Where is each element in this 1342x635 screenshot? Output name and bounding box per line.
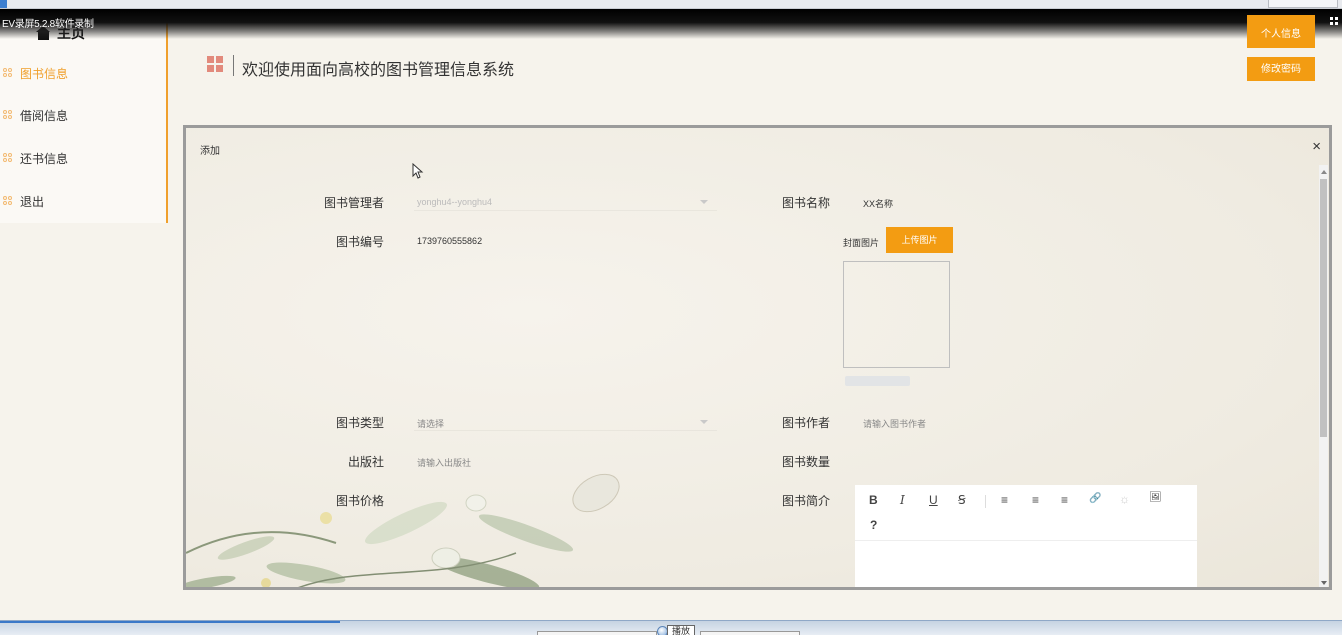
profile-button[interactable]: 个人信息: [1247, 15, 1315, 48]
book-no-input[interactable]: 1739760555862: [417, 236, 482, 246]
player-control-segment[interactable]: [537, 631, 657, 635]
editor-toolbar: B I U Ꞩ ≡ ≡ ≡ 🔗 ☼ 🖼 ?: [855, 485, 1197, 541]
sidebar-item-logout[interactable]: 退出: [3, 192, 44, 210]
intro-label: 图书简介: [781, 494, 830, 508]
header-band: [0, 9, 1342, 39]
change-password-button[interactable]: 修改密码: [1247, 57, 1315, 81]
title-divider: [233, 55, 234, 76]
close-icon[interactable]: ×: [1312, 139, 1321, 154]
sidebar-item-book-info[interactable]: 图书信息: [3, 64, 68, 82]
book-name-input[interactable]: XX名称: [863, 197, 893, 210]
grid-dots-icon: [3, 153, 13, 163]
book-name-label: 图书名称: [781, 196, 830, 210]
bold-icon[interactable]: B: [869, 493, 878, 507]
sidebar-item-borrow-info[interactable]: 借阅信息: [3, 106, 68, 124]
book-type-select[interactable]: [414, 409, 717, 431]
scroll-down-icon[interactable]: [1321, 581, 1327, 585]
help-icon[interactable]: ?: [870, 518, 877, 532]
play-tooltip: 播放: [667, 625, 696, 635]
image-icon[interactable]: 🖼: [1149, 492, 1162, 503]
cover-image-preview[interactable]: [843, 261, 950, 368]
app-grid-icon: [207, 56, 224, 73]
grid-dots-icon: [3, 68, 13, 78]
recorder-app-icon: [0, 0, 7, 8]
rich-text-editor[interactable]: B I U Ꞩ ≡ ≡ ≡ 🔗 ☼ 🖼 ?: [855, 485, 1197, 587]
page-title: 欢迎使用面向高校的图书管理信息系统: [242, 62, 515, 79]
link-icon[interactable]: 🔗: [1089, 493, 1101, 504]
publisher-input[interactable]: 请输入出版社: [417, 456, 471, 469]
emoji-icon[interactable]: ☼: [1119, 492, 1130, 506]
align-left-icon[interactable]: ≡: [1001, 493, 1008, 507]
recorder-window-control[interactable]: [1268, 0, 1338, 8]
sidebar-item-return-info[interactable]: 还书信息: [3, 149, 68, 167]
align-center-icon[interactable]: ≡: [1032, 493, 1039, 507]
flower-decoration: [186, 473, 620, 587]
cover-label: 封面图片: [843, 238, 880, 248]
grid-dots-icon: [3, 196, 13, 206]
author-input[interactable]: 请输入图书作者: [863, 417, 926, 430]
chevron-down-icon: [700, 420, 708, 424]
modal-title: 添加: [200, 146, 220, 157]
add-book-modal: 添加 × 图书管理者 yonghu4--yonghu4 图书名称 XX名称 图书…: [183, 125, 1332, 590]
upload-image-button[interactable]: 上传图片: [886, 227, 953, 253]
playback-progress: [0, 621, 340, 623]
cover-upload-progress: [845, 376, 910, 386]
mouse-cursor-icon: [412, 163, 424, 179]
sidebar: 主页 图书信息 借阅信息 还书信息 退出: [0, 9, 168, 223]
publisher-label: 出版社: [347, 455, 384, 469]
grip-icon[interactable]: [1330, 17, 1340, 25]
align-right-icon[interactable]: ≡: [1061, 493, 1068, 507]
scrollbar-thumb[interactable]: [1320, 179, 1327, 437]
italic-icon[interactable]: I: [900, 493, 905, 507]
grid-dots-icon: [3, 110, 13, 120]
modal-scrollbar[interactable]: [1319, 165, 1328, 587]
sidebar-item-label: 退出: [20, 194, 45, 209]
scroll-up-icon[interactable]: [1321, 170, 1327, 174]
sidebar-item-label: 借阅信息: [20, 108, 69, 123]
recorder-top-strip: [0, 0, 1342, 9]
toolbar-divider: [985, 495, 986, 508]
manager-select-value: yonghu4--yonghu4: [417, 197, 493, 207]
underline-icon[interactable]: U: [929, 493, 938, 507]
sidebar-item-label: 图书信息: [20, 66, 69, 81]
book-type-placeholder: 请选择: [417, 419, 445, 429]
book-no-label: 图书编号: [335, 235, 384, 249]
chevron-down-icon: [700, 200, 708, 204]
manager-label: 图书管理者: [323, 196, 384, 210]
author-label: 图书作者: [781, 416, 830, 430]
player-control-segment[interactable]: [700, 631, 800, 635]
sidebar-item-label: 还书信息: [20, 151, 69, 166]
quantity-label: 图书数量: [781, 455, 830, 469]
book-type-label: 图书类型: [335, 416, 384, 430]
strikethrough-icon[interactable]: Ꞩ: [958, 493, 966, 507]
recorder-watermark: EV录屏5.2.8软件录制: [2, 19, 94, 30]
price-label: 图书价格: [335, 494, 384, 508]
